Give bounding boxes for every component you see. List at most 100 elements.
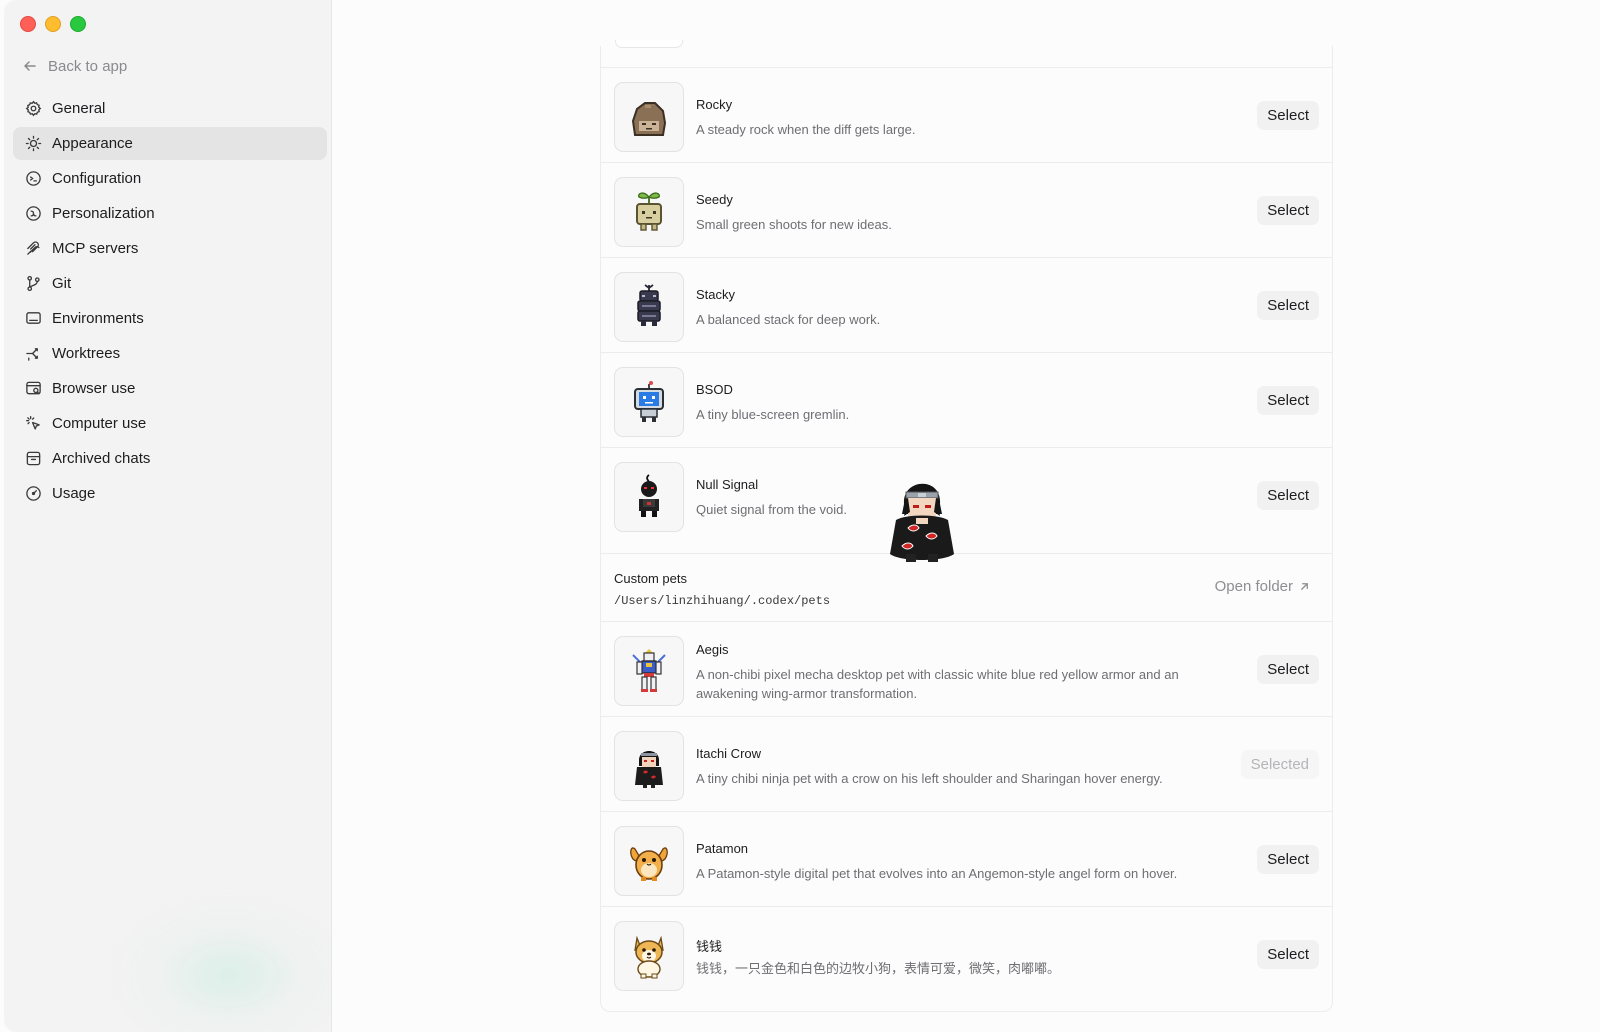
dog-pet-icon	[634, 935, 664, 979]
shadow-pet-icon	[639, 474, 659, 517]
sidebar-item-archived-chats[interactable]: Archived chats	[13, 442, 327, 475]
sidebar-item-worktrees[interactable]: Worktrees	[13, 337, 327, 370]
pet-row-patamon: Patamon A Patamon-style digital pet that…	[601, 811, 1332, 908]
arrow-left-icon	[24, 61, 36, 71]
select-pet-button[interactable]: Select	[1257, 940, 1319, 969]
pet-description: 钱钱，一只金色和白色的边牧小狗，表情可爱，微笑，肉嘟嘟。	[696, 961, 1061, 976]
pet-thumbnail	[614, 462, 684, 532]
open-folder-button[interactable]: Open folder	[1215, 578, 1310, 595]
pet-name: Stacky	[696, 287, 736, 302]
custom-pets-title: Custom pets	[614, 571, 687, 586]
maximize-window-button[interactable]	[70, 16, 86, 32]
pet-row-bsod: BSOD A tiny blue-screen gremlin. Select	[601, 352, 1332, 449]
git-branch-icon	[27, 275, 40, 292]
pet-row-seedy: Seedy Small green shoots for new ideas. …	[601, 162, 1332, 259]
select-pet-button[interactable]: Select	[1257, 845, 1319, 874]
sidebar-item-label: Archived chats	[52, 450, 151, 467]
close-window-button[interactable]	[20, 16, 36, 32]
settings-nav: General Appearance Configuration Persona…	[13, 92, 327, 512]
sidebar-item-computer-use[interactable]: Computer use	[13, 407, 327, 440]
previous-row-stub	[615, 40, 683, 48]
pet-row-null-signal: Null Signal Quiet signal from the void. …	[601, 447, 1332, 544]
stack-pet-icon	[637, 284, 661, 326]
selected-pet-button[interactable]: Selected	[1240, 750, 1319, 779]
pet-thumbnail	[614, 367, 684, 437]
sidebar-item-label: Configuration	[52, 170, 142, 187]
pet-list-card: Rocky A steady rock when the diff gets l…	[600, 40, 1333, 1012]
pet-name: Seedy	[696, 192, 733, 207]
sidebar-item-label: Browser use	[52, 380, 136, 397]
custom-pets-section: Custom pets /Users/linzhihuang/.codex/pe…	[601, 553, 1332, 621]
rock-pet-icon	[631, 102, 667, 136]
gauge-icon	[26, 486, 41, 501]
select-pet-button[interactable]: Select	[1257, 481, 1319, 510]
sidebar-item-usage[interactable]: Usage	[13, 477, 327, 510]
sidebar-item-label: Appearance	[52, 135, 133, 152]
sidebar-item-mcp-servers[interactable]: MCP servers	[13, 232, 327, 265]
browser-icon	[26, 381, 41, 395]
sidebar-item-browser-use[interactable]: Browser use	[13, 372, 327, 405]
sidebar-glow-decoration	[114, 900, 331, 1032]
pet-name: Rocky	[696, 97, 733, 112]
sidebar-item-general[interactable]: General	[13, 92, 327, 125]
select-pet-button[interactable]: Select	[1257, 386, 1319, 415]
floating-desktop-pet[interactable]	[882, 470, 962, 566]
minimize-window-button[interactable]	[45, 16, 61, 32]
select-pet-button[interactable]: Select	[1257, 655, 1319, 684]
pet-thumbnail	[614, 177, 684, 247]
sidebar-item-label: Worktrees	[52, 345, 121, 362]
sidebar-item-git[interactable]: Git	[13, 267, 327, 300]
custom-pets-path: /Users/linzhihuang/.codex/pets	[614, 594, 831, 608]
gear-icon	[25, 100, 42, 117]
settings-main: Rocky A steady rock when the diff gets l…	[333, 0, 1600, 1032]
pet-description: A Patamon-style digital pet that evolves…	[696, 866, 1178, 881]
winged-pet-icon	[630, 847, 668, 881]
external-arrow-icon	[1301, 583, 1308, 590]
back-to-app-link[interactable]: Back to app	[22, 54, 127, 78]
sidebar-item-label: Environments	[52, 310, 144, 327]
sidebar-item-personalization[interactable]: Personalization	[13, 197, 327, 230]
monitor-pet-icon	[634, 381, 664, 422]
sidebar-item-configuration[interactable]: Configuration	[13, 162, 327, 195]
pet-description: A steady rock when the diff gets large.	[696, 122, 916, 137]
select-pet-button[interactable]: Select	[1257, 101, 1319, 130]
pet-description: Small green shoots for new ideas.	[696, 217, 892, 232]
select-pet-button[interactable]: Select	[1257, 291, 1319, 320]
personalization-icon	[26, 206, 41, 221]
pet-description: A tiny chibi ninja pet with a crow on hi…	[696, 771, 1163, 786]
ninja-pet-icon	[635, 751, 663, 788]
sidebar-item-label: General	[52, 100, 106, 117]
pet-description: A balanced stack for deep work.	[696, 312, 881, 327]
sprout-pet-icon	[636, 192, 662, 231]
pet-row-qianqian: 钱钱 钱钱，一只金色和白色的边牧小狗，表情可爱，微笑，肉嘟嘟。 Select	[601, 906, 1332, 1003]
sidebar-item-appearance[interactable]: Appearance	[13, 127, 327, 160]
monitor-icon	[26, 312, 41, 324]
pet-description: A non-chibi pixel mecha desktop pet with…	[696, 667, 1179, 701]
settings-sidebar: Back to app General Appearance Configura…	[4, 0, 332, 1032]
worktree-icon	[26, 348, 38, 361]
window-controls	[20, 16, 86, 32]
pet-thumbnail	[614, 826, 684, 896]
sidebar-item-label: Personalization	[52, 205, 155, 222]
mcp-icon	[27, 241, 40, 255]
pet-name: Null Signal	[696, 477, 759, 492]
pet-thumbnail	[614, 731, 684, 801]
pet-name: Itachi Crow	[696, 746, 762, 761]
sidebar-item-label: MCP servers	[52, 240, 139, 257]
pet-thumbnail	[614, 921, 684, 991]
sidebar-item-environments[interactable]: Environments	[13, 302, 327, 335]
pet-name: Patamon	[696, 841, 749, 856]
cursor-click-icon	[26, 416, 40, 430]
pet-row-aegis: Aegis A non-chibi pixel mecha desktop pe…	[601, 621, 1332, 718]
sidebar-item-label: Git	[52, 275, 72, 292]
app-window: Back to app General Appearance Configura…	[0, 0, 1600, 1032]
mecha-pet-icon	[632, 649, 666, 692]
sun-icon	[25, 135, 42, 152]
pet-name: 钱钱	[696, 939, 723, 954]
pet-row-stacky: Stacky A balanced stack for deep work. S…	[601, 257, 1332, 354]
sidebar-item-label: Computer use	[52, 415, 147, 432]
select-pet-button[interactable]: Select	[1257, 196, 1319, 225]
pet-row-itachi-crow: Itachi Crow A tiny chibi ninja pet with …	[601, 716, 1332, 813]
pet-name: BSOD	[696, 382, 733, 397]
config-icon	[26, 171, 41, 186]
